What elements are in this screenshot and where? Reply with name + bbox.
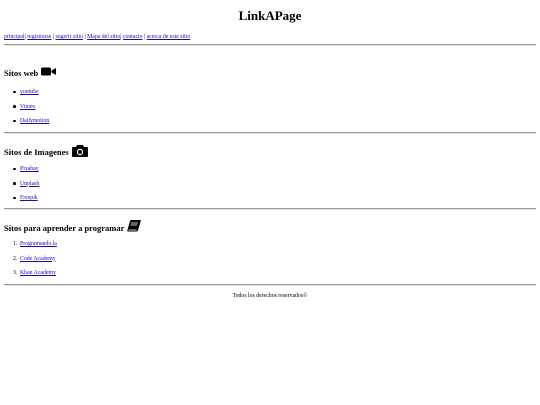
top-nav: principal| registrarse | sugerir sitio |… [4, 33, 190, 41]
section-title-text: Sitos para aprender a programar [4, 222, 125, 233]
site-title: LinkAPage [238, 8, 302, 23]
link-vimeo[interactable]: Vimeo [20, 104, 35, 110]
divider [4, 284, 536, 286]
list-item: 2. Code Academy [4, 255, 57, 270]
list-item: Vimeo [4, 103, 49, 118]
list-sitios-de-imagenes: Pixabay Unplash Freepik [4, 165, 39, 209]
section-title-text: Sitos web [4, 68, 39, 78]
page: LinkAPage principal| registrarse | suger… [0, 0, 540, 405]
section-title-sitios-para-aprender: Sitos para aprender a programar [4, 220, 142, 235]
nav-link-acerca-de-este-sitio[interactable]: acerca de este sitio [147, 34, 191, 40]
nav-separator: | [84, 34, 86, 40]
video-camera-icon [41, 67, 57, 79]
list-item: 1. Programando.la [4, 240, 57, 255]
nav-link-principal[interactable]: principal [4, 34, 25, 40]
footer-copyright: Todos los derechos reservados© [232, 293, 308, 299]
link-freepik[interactable]: Freepik [20, 195, 38, 201]
list-item: youtube [4, 88, 49, 103]
section-title-sitios-web: Sitos web [4, 67, 57, 79]
divider [4, 132, 536, 134]
list-sitios-web: youtube Vimeo Dailymotion [4, 88, 49, 132]
nav-link-sugerir-sitio[interactable]: sugerir sitio [55, 34, 83, 40]
list-number: 2. [13, 255, 18, 262]
list-number: 3. [13, 270, 18, 276]
link-dailymotion[interactable]: Dailymotion [20, 118, 49, 124]
link-youtube[interactable]: youtube [20, 89, 39, 95]
link-programando-la[interactable]: Programando.la [20, 241, 57, 247]
nav-separator: | [52, 34, 55, 40]
list-item: Unplash [4, 180, 39, 195]
link-unplash[interactable]: Unplash [20, 181, 39, 187]
list-sitios-para-aprender: 1. Programando.la 2. Code Academy 3. Khan A… [4, 240, 57, 284]
section-title-sitios-de-imagenes: Sitos de Imagenes [4, 144, 88, 160]
camera-icon [71, 144, 88, 160]
nav-separator: | [24, 34, 26, 40]
nav-link-contacto[interactable]: contacto [123, 34, 143, 40]
divider [4, 44, 536, 46]
link-khan-academy[interactable]: Khan Academy [20, 270, 56, 276]
book-icon [127, 220, 142, 235]
link-pixabay[interactable]: Pixabay [20, 166, 39, 172]
list-item: Dailymotion [4, 117, 49, 132]
nav-separator: | [143, 34, 146, 40]
nav-separator: | [120, 34, 122, 40]
nav-link-registrarse[interactable]: registrarse [27, 34, 51, 40]
list-item: Pixabay [4, 165, 39, 180]
list-number: 1. [13, 241, 18, 247]
divider [4, 208, 536, 210]
list-item: Freepik [4, 194, 39, 209]
list-item: 3. Khan Academy [4, 269, 57, 284]
nav-link-mapa-del-sitio[interactable]: Mapa del sitio [87, 34, 120, 40]
link-code-academy[interactable]: Code Academy [20, 256, 56, 262]
section-title-text: Sitos de Imagenes [4, 147, 69, 157]
